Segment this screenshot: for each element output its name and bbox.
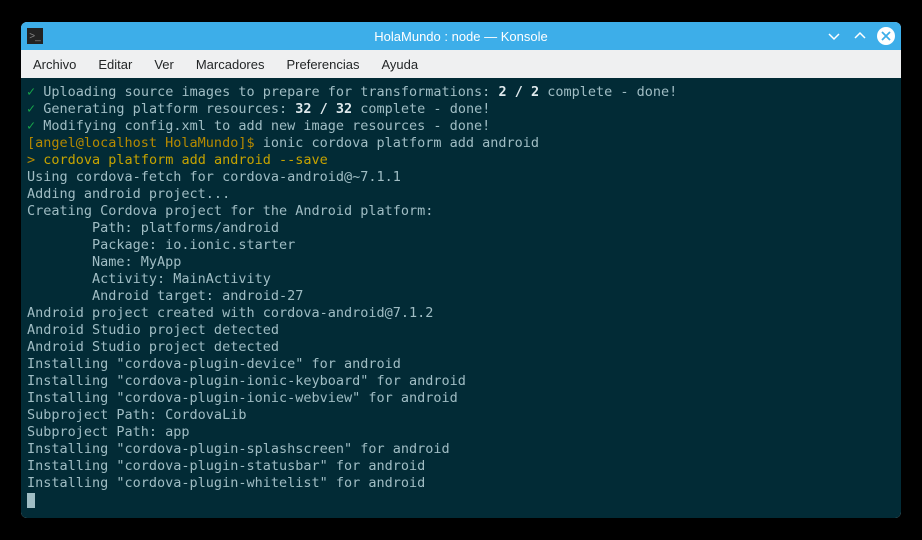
terminal-line: Path: platforms/android xyxy=(27,220,895,237)
check-icon: ✓ xyxy=(27,101,35,117)
step-count: 2 / 2 xyxy=(498,84,539,100)
check-icon: ✓ xyxy=(27,84,35,100)
menu-editar[interactable]: Editar xyxy=(98,57,132,72)
minimize-button[interactable] xyxy=(825,27,843,45)
close-button[interactable] xyxy=(877,27,895,45)
terminal-line: Android project created with cordova-and… xyxy=(27,305,895,322)
terminal-cursor xyxy=(27,493,35,508)
terminal-line: Installing "cordova-plugin-splashscreen"… xyxy=(27,441,895,458)
konsole-window: >_ HolaMundo : node — Konsole Archivo Ed… xyxy=(21,22,901,518)
terminal-viewport[interactable]: ✓ Uploading source images to prepare for… xyxy=(21,78,901,518)
menu-marcadores[interactable]: Marcadores xyxy=(196,57,265,72)
terminal-line: > cordova platform add android --save xyxy=(27,152,895,169)
menu-ayuda[interactable]: Ayuda xyxy=(381,57,418,72)
check-icon: ✓ xyxy=(27,118,35,134)
terminal-line: Adding android project... xyxy=(27,186,895,203)
step-count: 32 / 32 xyxy=(295,101,352,117)
terminal-line: Android Studio project detected xyxy=(27,322,895,339)
terminal-line: ✓ Modifying config.xml to add new image … xyxy=(27,118,895,135)
maximize-button[interactable] xyxy=(851,27,869,45)
terminal-line: Android target: android-27 xyxy=(27,288,895,305)
terminal-line: Activity: MainActivity xyxy=(27,271,895,288)
step-text: Modifying config.xml to add new image re… xyxy=(43,118,490,134)
terminal-line: Installing "cordova-plugin-statusbar" fo… xyxy=(27,458,895,475)
terminal-line: Installing "cordova-plugin-ionic-webview… xyxy=(27,390,895,407)
step-text: complete - done! xyxy=(539,84,677,100)
window-title: HolaMundo : node — Konsole xyxy=(374,29,547,44)
terminal-line: [angel@localhost HolaMundo]$ ionic cordo… xyxy=(27,135,895,152)
terminal-line: Creating Cordova project for the Android… xyxy=(27,203,895,220)
terminal-line: Subproject Path: app xyxy=(27,424,895,441)
terminal-line: ✓ Uploading source images to prepare for… xyxy=(27,84,895,101)
terminal-line: Subproject Path: CordovaLib xyxy=(27,407,895,424)
typed-command: ionic cordova platform add android xyxy=(263,135,539,151)
sub-prompt: > xyxy=(27,152,35,168)
menu-archivo[interactable]: Archivo xyxy=(33,57,76,72)
terminal-line: Android Studio project detected xyxy=(27,339,895,356)
app-icon: >_ xyxy=(27,28,43,44)
terminal-line: Name: MyApp xyxy=(27,254,895,271)
terminal-line: Installing "cordova-plugin-ionic-keyboar… xyxy=(27,373,895,390)
shell-prompt: [angel@localhost HolaMundo]$ xyxy=(27,135,255,151)
terminal-line: Using cordova-fetch for cordova-android@… xyxy=(27,169,895,186)
step-text: Generating platform resources: xyxy=(43,101,295,117)
titlebar[interactable]: >_ HolaMundo : node — Konsole xyxy=(21,22,901,50)
step-text: complete - done! xyxy=(352,101,490,117)
menu-ver[interactable]: Ver xyxy=(154,57,174,72)
terminal-line: Installing "cordova-plugin-device" for a… xyxy=(27,356,895,373)
terminal-line: Package: io.ionic.starter xyxy=(27,237,895,254)
step-text: Uploading source images to prepare for t… xyxy=(43,84,498,100)
window-controls xyxy=(825,27,895,45)
menubar: Archivo Editar Ver Marcadores Preferenci… xyxy=(21,50,901,78)
terminal-line: ✓ Generating platform resources: 32 / 32… xyxy=(27,101,895,118)
terminal-line: Installing "cordova-plugin-whitelist" fo… xyxy=(27,475,895,492)
menu-preferencias[interactable]: Preferencias xyxy=(286,57,359,72)
sub-command: cordova platform add android --save xyxy=(43,152,327,168)
